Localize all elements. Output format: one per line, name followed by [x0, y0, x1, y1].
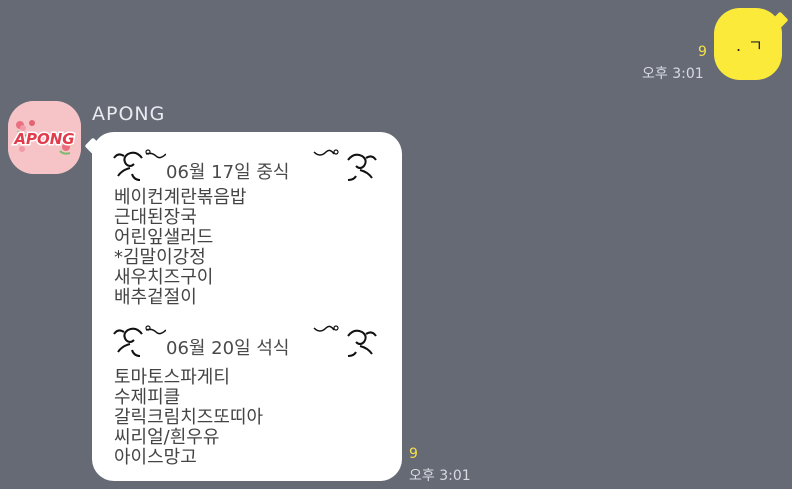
menu-item: 토마토스파게티	[114, 367, 230, 388]
chat-room: 9 오후 3:01 . ㄱ APONG APONG 06월 17일 중식 베이컨…	[0, 0, 792, 489]
menu-section-header: 06월 17일 중식	[112, 142, 378, 183]
menu-item-list: 토마토스파게티 수제피클 갈릭크림치즈또띠아 씨리얼/흰우유 아이스망고	[114, 368, 263, 468]
menu-item: 수제피클	[114, 387, 181, 408]
outgoing-message-bubble[interactable]: . ㄱ	[714, 8, 782, 80]
incoming-message-bubble[interactable]: 06월 17일 중식 베이컨계란볶음밥 근대된장국 어린잎샐러드 *김말이강정 …	[92, 132, 402, 481]
apong-logo-icon: APONG	[8, 101, 81, 174]
incoming-read-count: 9	[409, 446, 418, 462]
outgoing-timestamp: 오후 3:01	[642, 66, 704, 82]
menu-item-list: 베이컨계란볶음밥 근대된장국 어린잎샐러드 *김말이강정 새우치즈구이 배추겉절…	[114, 188, 246, 308]
incoming-timestamp: 오후 3:01	[409, 468, 471, 484]
outgoing-read-count: 9	[698, 44, 707, 60]
menu-item: 아이스망고	[114, 447, 197, 468]
menu-item: 베이컨계란볶음밥	[114, 187, 247, 208]
menu-item: 배추겉절이	[114, 287, 197, 308]
menu-section-header: 06월 20일 석식	[112, 318, 378, 359]
outgoing-message-text: . ㄱ	[736, 36, 764, 55]
flourish-left-icon	[113, 325, 166, 357]
avatar-logo-text: APONG	[13, 130, 74, 148]
flourish-right-icon	[313, 325, 377, 357]
menu-item: 씨리얼/흰우유	[114, 427, 220, 448]
menu-section-title: 06월 17일 중식	[166, 162, 290, 183]
sender-avatar[interactable]: APONG	[8, 101, 81, 174]
menu-item: 새우치즈구이	[114, 267, 214, 288]
sender-name: APONG	[92, 103, 166, 125]
menu-item: 어린잎샐러드	[114, 227, 214, 248]
menu-item: 갈릭크림치즈또띠아	[114, 407, 264, 428]
menu-section-title: 06월 20일 석식	[166, 338, 290, 359]
menu-item: *김말이강정	[114, 247, 206, 268]
menu-item: 근대된장국	[114, 207, 197, 228]
flourish-right-icon	[313, 149, 377, 181]
flourish-left-icon	[113, 149, 166, 181]
